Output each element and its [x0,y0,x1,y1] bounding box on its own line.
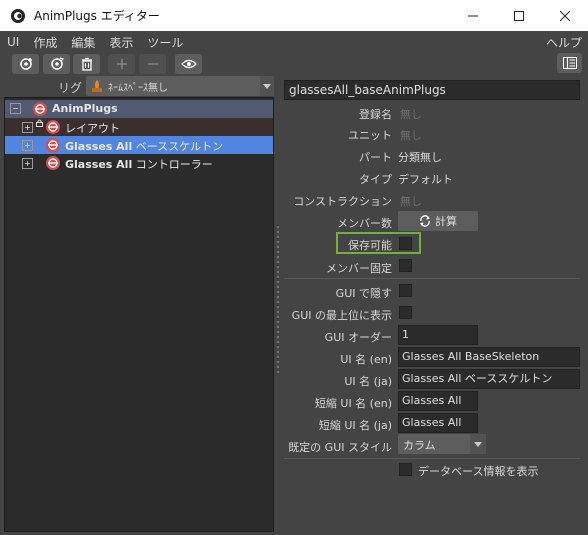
register-name-label: 登録名 [359,108,392,121]
expand-icon[interactable] [22,140,33,151]
remove-member-button[interactable] [139,54,166,74]
show-db-label: データベース情報を表示 [418,465,539,478]
toolbar [0,53,588,75]
chevron-down-icon [260,76,274,96]
rig-selector-row: リグ ﾈｰﾑｽﾍﾟｰｽ無し [4,76,274,96]
calculate-label: 計算 [435,215,457,228]
menu-ui[interactable]: UI [0,35,26,49]
refresh-plug-button[interactable] [43,54,70,74]
unit-label: ユニット [348,129,392,142]
tree-item-label: レイアウト [65,122,120,135]
show-db-checkbox[interactable] [399,463,412,476]
add-member-button[interactable] [108,54,135,74]
menu-tools[interactable]: ツール [140,34,190,51]
minimize-icon [468,15,478,16]
section-divider [284,278,580,279]
gui-hide-checkbox[interactable] [399,284,412,297]
member-count-label: メンバー数 [337,217,392,230]
type-value: デフォルト [398,173,453,186]
short-name-ja-field[interactable]: Glasses All [398,413,478,433]
window-title: AnimPlugs エディター [34,9,160,23]
part-label: パート [359,151,392,164]
eye-icon [180,59,197,69]
gear-refresh-icon [50,57,64,70]
gui-style-value: カラム [403,439,436,452]
register-name-value: 無し [400,108,422,121]
minimize-button[interactable] [450,0,496,31]
section-divider [284,458,580,459]
chevron-down-icon [470,434,486,454]
plug-name-field[interactable]: glassesAll_baseAnimPlugs [284,80,580,100]
tree-item-label: Glasses All コントローラー [65,158,213,171]
app-logo-icon [11,8,25,23]
ui-name-en-label: UI 名 (en) [340,353,392,366]
namespace-icon [92,80,102,92]
short-name-en-label: 短縮 UI 名 (en) [314,397,392,410]
gui-top-checkbox[interactable] [399,306,412,319]
view-button[interactable] [175,54,202,74]
unit-value: 無し [400,129,422,142]
rig-label: リグ [57,81,82,95]
menu-create[interactable]: 作成 [26,34,64,51]
maximize-button[interactable] [496,0,542,31]
plug-icon [46,156,60,170]
add-plug-button[interactable] [12,54,39,74]
menu-help[interactable]: ヘルプ [546,34,582,51]
namespace-value: ﾈｰﾑｽﾍﾟｰｽ無し [108,82,168,94]
menu-bar: UI 作成 編集 表示 ツール ヘルプ [0,31,588,53]
rig-namespace-select[interactable]: ﾈｰﾑｽﾍﾟｰｽ無し [86,76,274,96]
expand-icon[interactable] [22,158,33,169]
calculate-button[interactable]: 計算 [398,211,478,231]
short-name-ja-label: 短縮 UI 名 (ja) [318,419,392,432]
delete-button[interactable] [73,54,100,74]
gui-order-field[interactable]: 1 [398,325,478,345]
minus-icon [147,63,158,65]
plus-icon [116,59,127,69]
trash-icon [81,57,92,71]
short-name-en-field[interactable]: Glasses All [398,391,478,411]
close-button[interactable] [542,0,588,31]
panel-toggle-button[interactable] [557,53,582,73]
plug-icon [46,120,60,134]
plug-icon [46,138,60,152]
collapse-icon[interactable] [10,103,21,114]
menu-edit[interactable]: 編集 [64,34,102,51]
savable-label: 保存可能 [348,239,392,252]
maximize-icon [514,10,524,21]
panel-icon [562,57,577,69]
gui-style-label: 既定の GUI スタイル [288,441,392,454]
lock-icon [36,119,43,127]
type-label: タイプ [359,173,392,186]
plug-icon [33,102,47,116]
add-gear-icon [19,58,32,70]
construction-value: 無し [400,195,422,208]
title-bar: AnimPlugs エディター [0,0,588,31]
refresh-icon [420,215,430,227]
gui-hide-label: GUI で隠す [335,287,392,300]
ui-name-ja-label: UI 名 (ja) [344,375,392,388]
close-icon [560,10,570,21]
ui-name-ja-field[interactable]: Glasses All ベーススケルトン [398,369,580,389]
gui-order-label: GUI オーダー [324,331,392,344]
savable-checkbox[interactable] [399,237,412,250]
tree-root-label: AnimPlugs [52,102,118,115]
member-lock-checkbox[interactable] [399,259,412,272]
part-value: 分類無し [398,151,442,164]
ui-name-en-field[interactable]: Glasses All BaseSkeleton [398,347,580,367]
menu-view[interactable]: 表示 [102,34,140,51]
construction-label: コンストラクション [293,195,392,208]
member-lock-label: メンバー固定 [326,262,392,275]
expand-icon[interactable] [22,122,33,133]
gui-top-label: GUI の最上位に表示 [291,309,392,322]
gui-style-dropdown[interactable]: カラム [398,434,486,454]
